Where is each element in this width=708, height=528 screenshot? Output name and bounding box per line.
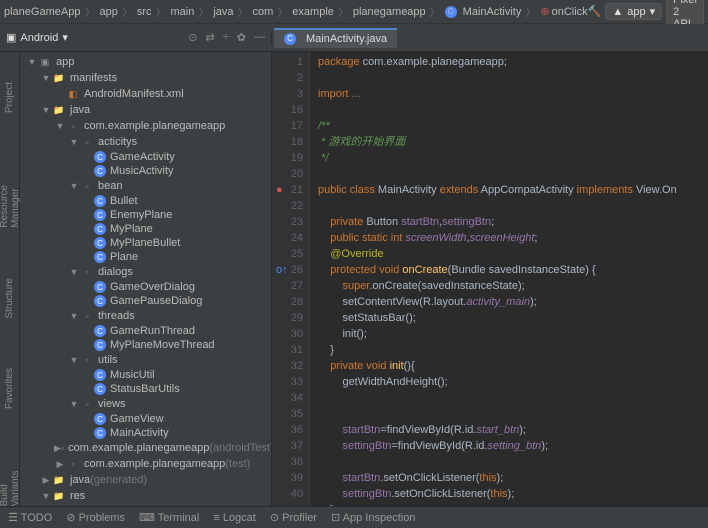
breadcrumb-segment[interactable]: app [99,6,117,18]
breadcrumb-segment[interactable]: main [170,6,194,18]
tree-item[interactable]: ▼▫threads [20,308,271,324]
tree-item[interactable]: ▼▫acticitys [20,134,271,150]
tree-item[interactable]: CBullet [20,194,271,208]
tree-item[interactable]: CMusicActivity [20,164,271,178]
expand-icon[interactable]: ⇄ [206,31,215,44]
tree-item[interactable]: CMainActivity [20,426,271,440]
bottom-tab[interactable]: ⊙ Profiler [270,511,317,524]
editor-tab[interactable]: C MainActivity.java [274,28,397,48]
tree-item[interactable]: CGameActivity [20,150,271,164]
breadcrumb-segment[interactable]: MainActivity [463,6,522,18]
locate-icon[interactable]: ⊙ [188,31,197,44]
tool-window-button[interactable]: Build Variants [0,460,21,506]
tree-item[interactable]: CGameOverDialog [20,280,271,294]
make-icon[interactable]: 🔨 [588,5,602,18]
breadcrumb-segment[interactable]: com [253,6,274,18]
tree-item[interactable]: CPlane [20,250,271,264]
class-icon: C [284,33,296,45]
tree-item[interactable]: CGamePauseDialog [20,294,271,308]
run-config-dropdown[interactable]: ▲ app ▾ [605,3,662,20]
bottom-tab[interactable]: ⌨ Terminal [139,511,199,524]
tree-item[interactable]: CMyPlane [20,222,271,236]
project-tree[interactable]: ▼▣app▼📁manifests◧AndroidManifest.xml▼📁ja… [20,52,272,506]
settings-icon[interactable]: ✿ [237,31,246,44]
left-tool-strip[interactable]: Project Resource Manager Structure Favorite… [0,52,20,506]
tree-item[interactable]: ▶📁java (generated) [20,472,271,488]
bottom-tab[interactable]: ⊡ App Inspection [331,511,415,524]
tree-item[interactable]: CStatusBarUtils [20,382,271,396]
hide-icon[interactable]: — [254,31,265,44]
tree-item[interactable]: ▼▫com.example.planegameapp [20,118,271,134]
tree-item[interactable]: ▶▫com.example.planegameapp (androidTest) [20,440,271,456]
tool-window-button[interactable]: Project [4,82,15,113]
tree-item[interactable]: ◧AndroidManifest.xml [20,86,271,102]
bottom-tab[interactable]: ≡ Logcat [213,512,256,524]
project-view-title[interactable]: ▣ Android ▾ [6,31,68,44]
tree-item[interactable]: ▼📁manifests [20,70,271,86]
tree-item[interactable]: CMyPlaneBullet [20,236,271,250]
line-gutter: 1231617181920●2122232425o↑26272829303132… [272,52,310,506]
tool-window-button[interactable]: Structure [4,278,15,319]
tree-item[interactable]: CGameView [20,412,271,426]
breadcrumb-segment[interactable]: onClick [552,6,588,18]
code-editor[interactable]: 1231617181920●2122232425o↑26272829303132… [272,52,708,506]
tree-item[interactable]: ▼📁res [20,488,271,504]
breadcrumb-segment[interactable]: planeGameApp [4,6,80,18]
bottom-bar[interactable]: ☰ TODO ⊘ Problems ⌨ Terminal ≡ Logcat ⊙ Prof… [0,506,708,528]
tree-item[interactable]: ▼▫dialogs [20,264,271,280]
tree-item[interactable]: CMusicUtil [20,368,271,382]
tree-item[interactable]: ▼▫utils [20,352,271,368]
tool-window-button[interactable]: Resource Manager [0,163,21,228]
tree-item[interactable]: ▼▫bean [20,178,271,194]
breadcrumb-segment[interactable]: src [137,6,152,18]
tree-item[interactable]: ▼▫views [20,396,271,412]
tree-item[interactable]: CMyPlaneMoveThread [20,338,271,352]
breadcrumb[interactable]: planeGameApp〉app〉src〉main〉java〉com〉examp… [4,4,588,20]
code-area[interactable]: package com.example.planegameapp; import… [310,52,708,506]
breadcrumb-segment[interactable]: example [292,6,334,18]
tree-item[interactable]: ▼📁java [20,102,271,118]
bottom-tab[interactable]: ☰ TODO [8,511,52,524]
breadcrumb-segment[interactable]: planegameapp [353,6,426,18]
tool-window-button[interactable]: Favorites [4,368,15,409]
collapse-icon[interactable]: ÷ [223,31,229,44]
bottom-tab[interactable]: ⊘ Problems [66,511,125,524]
tree-item[interactable]: CGameRunThread [20,324,271,338]
tree-item[interactable]: ▶▫com.example.planegameapp (test) [20,456,271,472]
breadcrumb-segment[interactable]: java [213,6,233,18]
tree-item[interactable]: CEnemyPlane [20,208,271,222]
top-bar: planeGameApp〉app〉src〉main〉java〉com〉examp… [0,0,708,24]
tree-item[interactable]: ▼▣app [20,54,271,70]
toolbar: ▣ Android ▾ ⊙ ⇄ ÷ ✿ — C MainActivity.jav… [0,24,708,52]
